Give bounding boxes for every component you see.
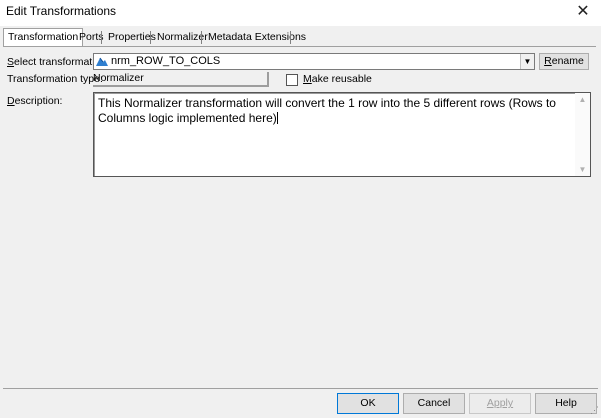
- select-transformation-value: nrm_ROW_TO_COLS: [111, 55, 221, 67]
- description-text: This Normalizer transformation will conv…: [98, 96, 556, 125]
- text-caret: [276, 112, 278, 124]
- make-reusable-checkbox[interactable]: [286, 74, 298, 86]
- ok-button[interactable]: OK: [337, 393, 399, 414]
- title-bar: Edit Transformations ✕: [0, 0, 601, 26]
- description-scrollbar[interactable]: ▲ ▼: [575, 93, 590, 176]
- tab-metadata-extensions[interactable]: Metadata Extensions: [204, 29, 310, 45]
- transformation-type-label: Transformation type:: [7, 73, 103, 85]
- tab-ports[interactable]: Ports: [75, 29, 108, 45]
- chevron-down-icon[interactable]: ▼: [520, 54, 534, 69]
- select-transformation-dropdown[interactable]: nrm_ROW_TO_COLS ▼: [93, 53, 535, 70]
- tab-separator: [201, 31, 202, 44]
- close-icon[interactable]: ✕: [569, 1, 597, 23]
- apply-button[interactable]: Apply: [469, 393, 531, 414]
- scroll-down-icon[interactable]: ▼: [575, 165, 590, 174]
- transformation-type-value: Normalizer: [93, 72, 269, 87]
- transformation-panel: Select transformation: nrm_ROW_TO_COLS ▼…: [3, 46, 596, 389]
- make-reusable-label[interactable]: Make reusable: [303, 73, 372, 85]
- tab-normalizer[interactable]: Normalizer: [153, 29, 212, 45]
- tab-separator: [150, 31, 151, 44]
- normalizer-transformation-icon: [96, 57, 108, 66]
- description-textarea[interactable]: This Normalizer transformation will conv…: [93, 92, 591, 177]
- tab-separator: [290, 31, 291, 44]
- rename-button[interactable]: Rename: [539, 53, 589, 70]
- tab-transformation[interactable]: Transformation: [3, 28, 84, 47]
- divider: [3, 388, 598, 389]
- description-label: Description:: [7, 95, 63, 107]
- help-button[interactable]: Help: [535, 393, 597, 414]
- scroll-up-icon[interactable]: ▲: [575, 95, 590, 104]
- cancel-button[interactable]: Cancel: [403, 393, 465, 414]
- tab-separator: [101, 31, 102, 44]
- window-title: Edit Transformations: [6, 4, 117, 18]
- tab-properties[interactable]: Properties: [104, 29, 160, 45]
- resize-grip-icon[interactable]: ⋰: [590, 405, 599, 416]
